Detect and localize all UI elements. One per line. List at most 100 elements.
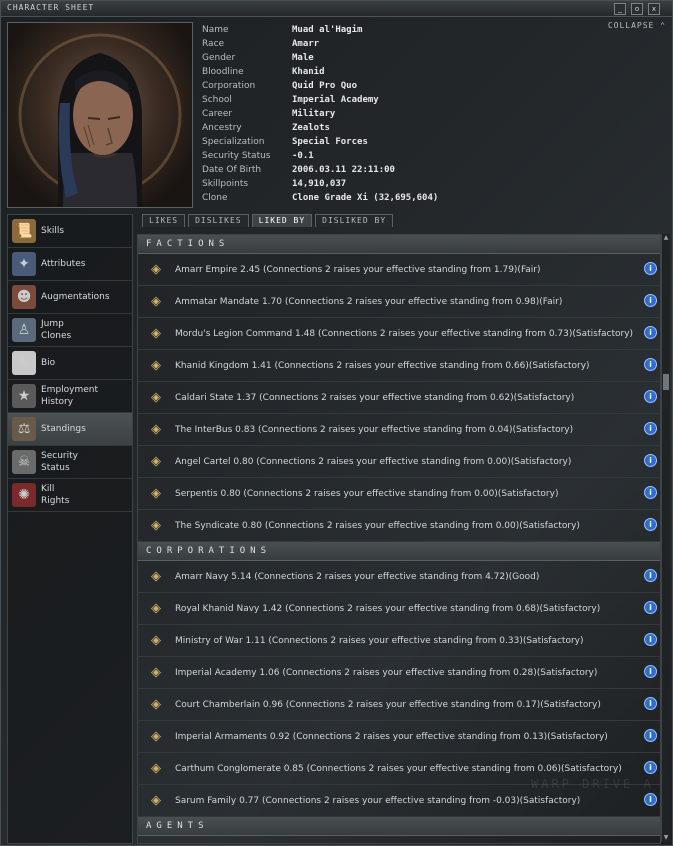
standing-row[interactable]: ◈ The Syndicate 0.80 (Connections 2 raise… [138,510,660,542]
amarr-logo-icon: ◈ [151,262,161,277]
character-info: Name Muad al'Hagim Race Amarr Gender Male Bloo… [202,25,438,207]
serpentis-logo-icon: ◈ [151,486,161,501]
info-icon[interactable]: i [644,761,657,774]
minimize-icon[interactable]: _ [614,3,626,15]
standing-text: Angel Cartel 0.80 (Connections 2 raises … [175,456,572,467]
factions-header[interactable]: FACTIONS [138,235,660,254]
list-scrollbar[interactable]: ▲ ▼ [661,234,670,842]
info-icon[interactable]: i [644,358,657,371]
info-icon[interactable]: i [644,422,657,435]
info-row: Name Muad al'Hagim [202,25,438,39]
sidebar-item-security-status[interactable]: ☠ Security Status [8,446,132,479]
tab-disliked-by[interactable]: DISLIKED BY [315,214,394,227]
ministry-of-war-logo-icon: ◈ [151,633,161,648]
info-label: Bloodline [202,67,244,77]
info-row: School Imperial Academy [202,95,438,109]
agents-header[interactable]: AGENTS [138,817,660,836]
close-icon[interactable]: x [648,3,660,15]
standing-row[interactable]: ◈ Angel Cartel 0.80 (Connections 2 raises… [138,446,660,478]
standing-row[interactable]: ◈ Serpentis 0.80 (Connections 2 raises yo… [138,478,660,510]
info-icon[interactable]: i [644,633,657,646]
standing-text: Ministry of War 1.11 (Connections 2 rais… [175,635,584,646]
standing-row[interactable]: ◈ Amarr Navy 5.14 (Connections 2 raises y… [138,561,660,593]
standing-row[interactable]: ◈ Royal Khanid Navy 1.42 (Connections 2 r… [138,593,660,625]
info-icon[interactable]: i [644,729,657,742]
info-label: Race [202,39,225,49]
info-label: Specialization [202,137,265,147]
standing-text: Ammatar Mandate 1.70 (Connections 2 rais… [175,296,563,307]
info-icon[interactable]: i [644,569,657,582]
info-icon[interactable]: i [644,793,657,806]
info-row: Skillpoints 14,910,037 [202,179,438,193]
info-icon[interactable]: i [644,262,657,275]
sidebar: 📜 Skills ✦ Attributes ☻ Augmentations ♙ Jump Cl… [7,214,133,844]
caldari-logo-icon: ◈ [151,390,161,405]
carthum-logo-icon: ◈ [151,761,161,776]
security-status-icon: ☠ [12,450,36,474]
standing-text: Caldari State 1.37 (Connections 2 raises… [175,392,575,403]
sidebar-item-employment-history[interactable]: ★ Employment History [8,380,132,413]
standing-text: Court Chamberlain 0.96 (Connections 2 ra… [175,699,601,710]
info-icon[interactable]: i [644,390,657,403]
standing-row[interactable]: ◈ The InterBus 0.83 (Connections 2 raises… [138,414,660,446]
scroll-up-icon[interactable]: ▲ [662,234,670,242]
standing-row[interactable]: ◈ Ministry of War 1.11 (Connections 2 rai… [138,625,660,657]
bio-icon: ✎ [12,351,36,375]
info-icon[interactable]: i [644,601,657,614]
info-icon[interactable]: i [644,326,657,339]
info-label: School [202,95,232,105]
standing-row[interactable]: ◈ Khanid Kingdom 1.41 (Connections 2 rais… [138,350,660,382]
standing-row[interactable]: ◈ Court Chamberlain 0.96 (Connections 2 r… [138,689,660,721]
title-bar[interactable]: CHARACTER SHEET _ o x [1,1,672,17]
standing-text: Imperial Armaments 0.92 (Connections 2 r… [175,731,608,742]
scroll-thumb[interactable] [663,374,669,390]
standing-row[interactable]: ◈ Imperial Armaments 0.92 (Connections 2 … [138,721,660,753]
info-icon[interactable]: i [644,665,657,678]
standings-tabs: LIKES DISLIKES LIKED BY DISLIKED BY [142,214,396,227]
sidebar-item-label: Standings [41,424,86,434]
character-sheet-window: CHARACTER SHEET _ o x COLLAPSE ⌃ Name Mua… [0,0,673,846]
interbus-logo-icon: ◈ [151,422,161,437]
sidebar-item-jump-clones[interactable]: ♙ Jump Clones [8,314,132,347]
standing-row[interactable]: ◈ Ammatar Mandate 1.70 (Connections 2 rai… [138,286,660,318]
mordus-legion-logo-icon: ◈ [151,326,161,341]
sidebar-item-kill-rights[interactable]: ✺ Kill Rights [8,479,132,512]
sidebar-item-skills[interactable]: 📜 Skills [8,215,132,248]
standing-text: Serpentis 0.80 (Connections 2 raises you… [175,488,559,499]
standings-icon: ⚖ [12,417,36,441]
angel-cartel-logo-icon: ◈ [151,454,161,469]
info-value: Amarr [292,39,320,49]
info-value: Muad al'Hagim [292,25,363,35]
info-value: Zealots [292,123,330,133]
sidebar-item-augmentations[interactable]: ☻ Augmentations [8,281,132,314]
info-row: Corporation Quid Pro Quo [202,81,438,95]
info-icon[interactable]: i [644,486,657,499]
info-label: Name [202,25,229,35]
info-label: Date Of Birth [202,165,262,175]
imperial-armaments-logo-icon: ◈ [151,729,161,744]
sidebar-item-bio[interactable]: ✎ Bio [8,347,132,380]
info-icon[interactable]: i [644,454,657,467]
standing-text: Amarr Empire 2.45 (Connections 2 raises … [175,264,541,275]
standing-row[interactable]: ◈ Mordu's Legion Command 1.48 (Connection… [138,318,660,350]
standing-row[interactable]: ◈ Amarr Empire 2.45 (Connections 2 raises… [138,254,660,286]
info-label: Skillpoints [202,179,249,189]
info-icon[interactable]: i [644,518,657,531]
standing-row[interactable]: ◈ Caldari State 1.37 (Connections 2 raise… [138,382,660,414]
sidebar-item-standings[interactable]: ⚖ Standings [8,413,132,446]
standing-text: Royal Khanid Navy 1.42 (Connections 2 ra… [175,603,601,614]
corporations-header[interactable]: CORPORATIONS [138,542,660,561]
scroll-down-icon[interactable]: ▼ [662,834,670,842]
standing-row[interactable]: ◈ Imperial Academy 1.06 (Connections 2 ra… [138,657,660,689]
tab-likes[interactable]: LIKES [142,214,186,227]
settings-icon[interactable]: o [631,3,643,15]
tab-liked-by[interactable]: LIKED BY [251,214,313,227]
sidebar-item-attributes[interactable]: ✦ Attributes [8,248,132,281]
tab-dislikes[interactable]: DISLIKES [188,214,249,227]
collapse-button[interactable]: COLLAPSE ⌃ [608,21,666,30]
imperial-academy-logo-icon: ◈ [151,665,161,680]
jump-clones-icon: ♙ [12,318,36,342]
watermark-text: WARP DRIVE A [531,777,654,791]
info-icon[interactable]: i [644,697,657,710]
info-icon[interactable]: i [644,294,657,307]
